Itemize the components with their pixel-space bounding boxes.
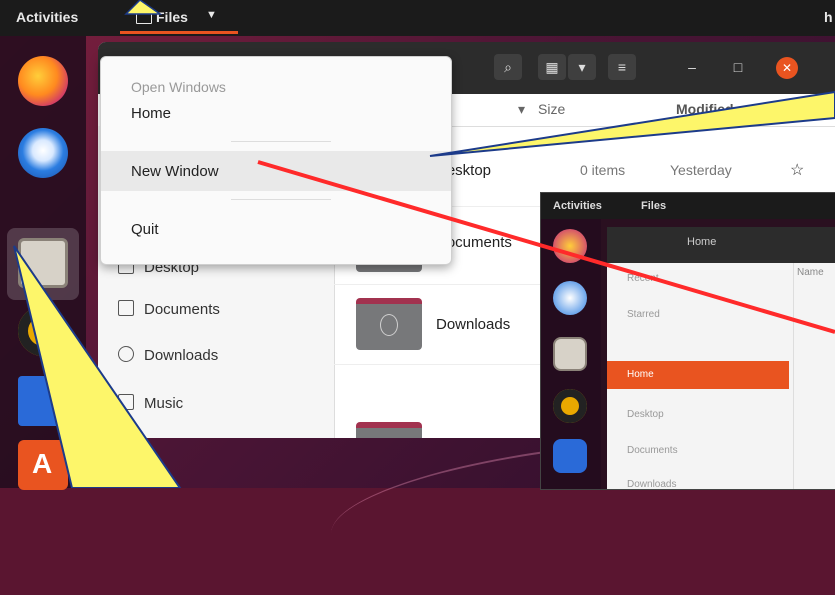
- inset-headerbar: Home: [607, 227, 835, 263]
- inset-writer-icon: [553, 439, 587, 473]
- star-icon[interactable]: ☆: [790, 160, 804, 180]
- inset-top-bar: Activities Files: [541, 193, 835, 219]
- sidebar-item-music[interactable]: Music: [118, 394, 183, 412]
- inset-files-menu-label: Files: [641, 200, 667, 212]
- download-icon: [118, 346, 134, 362]
- modified-column-header[interactable]: Modified: [676, 101, 734, 117]
- inset-sidebar-item: Documents: [627, 445, 678, 456]
- maximize-icon[interactable]: □: [724, 54, 752, 80]
- chevron-down-icon: ▼: [206, 9, 217, 21]
- menu-section-header: Open Windows: [131, 79, 226, 95]
- hamburger-menu-icon[interactable]: ≡: [608, 54, 636, 80]
- view-options-chevron-icon[interactable]: ▾: [568, 54, 596, 80]
- inset-rhythmbox-icon: [553, 389, 587, 423]
- menu-separator: [231, 199, 331, 200]
- grid-view-icon[interactable]: ▦: [538, 54, 566, 80]
- sidebar-item-documents[interactable]: Documents: [118, 300, 220, 318]
- inset-thunderbird-icon: [553, 281, 587, 315]
- file-name: Downloads: [436, 316, 511, 333]
- music-icon: [118, 394, 134, 410]
- inset-files-icon: [553, 337, 587, 371]
- star-column-header[interactable]: St: [764, 101, 778, 117]
- files-icon[interactable]: [18, 238, 68, 288]
- sidebar-item-label: Music: [144, 395, 184, 412]
- inset-sidebar-item: Starred: [627, 309, 660, 320]
- inset-activities-label: Activities: [553, 200, 602, 212]
- sidebar-item-label: Documents: [144, 301, 220, 318]
- software-center-glyph: A: [32, 448, 53, 479]
- size-column-header[interactable]: Size: [538, 101, 565, 117]
- files-app-menu-label: Files: [156, 9, 188, 25]
- menu-item-new-window[interactable]: New Window: [131, 163, 219, 180]
- user-menu[interactable]: h: [824, 9, 833, 25]
- rhythmbox-icon[interactable]: [18, 306, 68, 356]
- inset-firefox-icon: [553, 229, 587, 263]
- minimize-icon[interactable]: –: [678, 54, 706, 80]
- dock: A: [0, 36, 86, 490]
- inset-sidebar-item: Desktop: [627, 409, 664, 420]
- menu-item-home[interactable]: Home: [131, 105, 171, 122]
- search-icon[interactable]: ⌕: [494, 54, 522, 80]
- inset-sidebar-item: Home: [627, 369, 654, 380]
- inset-name-column-header: Name: [797, 267, 824, 278]
- file-size: 0 items: [580, 162, 626, 178]
- folder-icon: [356, 422, 422, 438]
- sidebar-item-downloads[interactable]: Downloads: [118, 346, 218, 364]
- firefox-icon[interactable]: [18, 56, 68, 106]
- menu-item-quit[interactable]: Quit: [131, 221, 159, 238]
- files-app-menu-popup: Open Windows Home New Window Quit: [100, 56, 452, 265]
- folder-icon: [356, 298, 422, 350]
- file-modified: Yesterday: [670, 162, 732, 178]
- close-icon[interactable]: ✕: [776, 57, 798, 79]
- software-center-icon[interactable]: A: [18, 440, 68, 490]
- inset-files-window: Home Recent Starred Home Desktop Documen…: [607, 227, 835, 489]
- inset-dock: [541, 219, 601, 489]
- libreoffice-writer-icon[interactable]: [18, 376, 68, 426]
- activities-button[interactable]: Activities: [16, 9, 78, 25]
- top-bar: Activities Files ▼ h: [0, 0, 835, 36]
- thunderbird-icon[interactable]: [18, 128, 68, 178]
- inset-sidebar: Recent Starred Home Desktop Documents Do…: [607, 263, 794, 489]
- files-menu-icon: [136, 10, 152, 24]
- document-icon: [118, 300, 134, 316]
- sidebar-item-label: Downloads: [144, 347, 219, 364]
- inset-sidebar-item: Downloads: [627, 479, 677, 490]
- sort-chevron-icon: ▾: [518, 101, 526, 117]
- files-app-menu[interactable]: Files ▼: [120, 0, 238, 34]
- inset-home-button: Home: [687, 236, 717, 248]
- inset-sidebar-item: Recent: [627, 273, 659, 284]
- menu-separator: [231, 141, 331, 142]
- download-glyph-icon: [380, 314, 398, 336]
- inset-new-window-screenshot: Activities Files Home Recent Starred Hom…: [540, 192, 835, 490]
